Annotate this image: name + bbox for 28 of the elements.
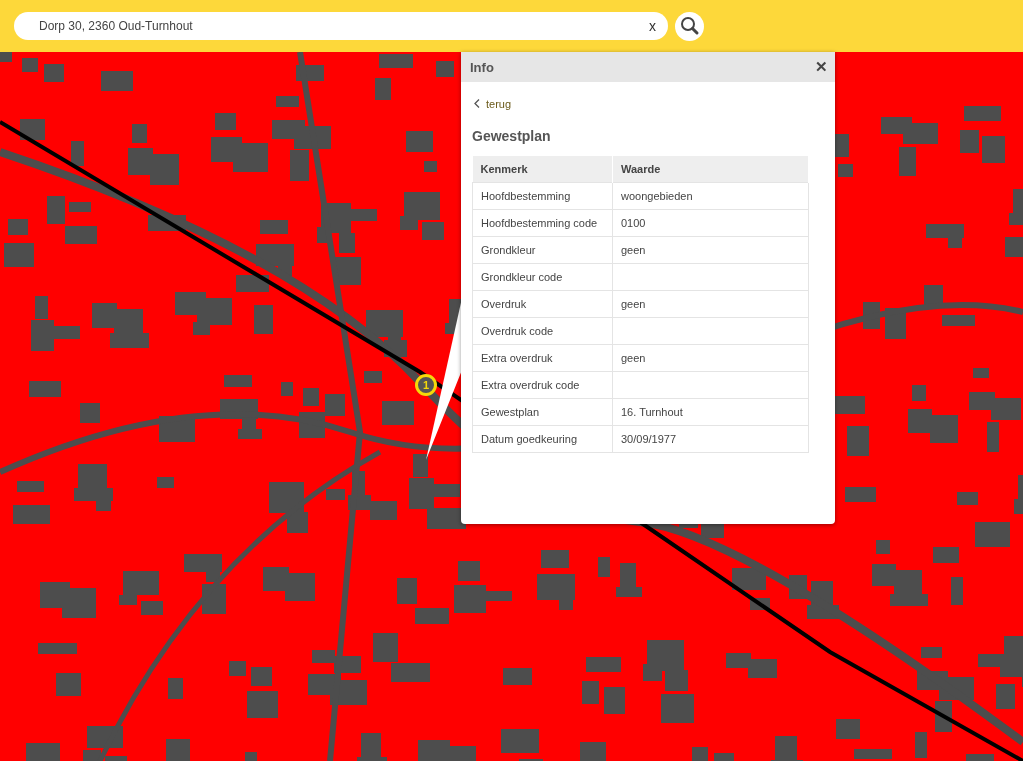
table-cell: geen <box>612 344 809 372</box>
table-cell: 30/09/1977 <box>612 425 809 453</box>
table-cell: 0100 <box>612 209 809 237</box>
table-cell: Grondkleur code <box>472 263 613 291</box>
table-cell: Overdruk <box>472 290 613 318</box>
back-link[interactable]: terug <box>472 97 512 110</box>
column-header: Kenmerk <box>472 156 613 183</box>
table-cell: Extra overdruk <box>472 344 613 372</box>
clear-button[interactable]: x <box>645 18 660 34</box>
section-heading: Gewestplan <box>472 128 552 144</box>
table-cell: 16. Turnhout <box>612 398 809 426</box>
table-cell: Grondkleur <box>472 236 613 264</box>
column-header: Waarde <box>612 156 809 183</box>
table-cell: Extra overdruk code <box>472 371 613 399</box>
table-cell: geen <box>612 236 809 264</box>
chevron-left-icon <box>474 99 480 108</box>
table-cell: Overdruk code <box>472 317 613 345</box>
table-cell: Datum goedkeuring <box>472 425 613 453</box>
table-cell: Hoofdbestemming <box>472 182 613 210</box>
close-button[interactable]: ✕ <box>813 58 830 76</box>
table-cell: Gewestplan <box>472 398 613 426</box>
table-cell: woongebieden <box>612 182 809 210</box>
search-button[interactable] <box>675 11 704 41</box>
panel-title: Info <box>470 59 494 75</box>
table-cell: geen <box>612 290 809 318</box>
search-field[interactable]: Dorp 30, 2360 Oud-Turnhout x <box>14 12 668 40</box>
table-cell: Hoofdbestemming code <box>472 209 613 237</box>
search-icon <box>679 16 700 36</box>
